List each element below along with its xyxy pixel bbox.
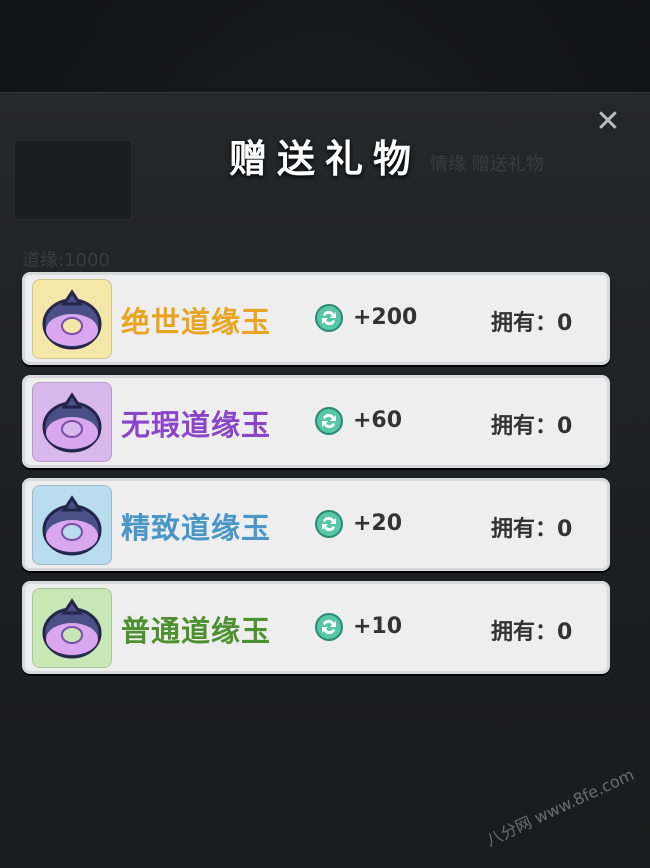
favor-value: +60 [353,408,403,433]
gift-name: 绝世道缘玉 [121,305,272,339]
background-daoyuan-text: 道缘:1000 [22,250,110,271]
gift-item-juesh[interactable]: 绝世道缘玉 +200 拥有：0 [22,272,610,365]
favor-icon [315,613,343,641]
jade-ring-icon [42,392,102,453]
gift-item-wuxia[interactable]: 无瑕道缘玉 +60 拥有：0 [22,375,610,468]
favor-value: +20 [353,511,403,536]
favor-icon [315,510,343,538]
dialog-title: 赠送礼物 [228,136,421,181]
gift-icon-frame [32,382,112,462]
gift-name: 无瑕道缘玉 [121,408,272,442]
jade-ring-icon [42,598,102,659]
favor-icon [315,407,343,435]
gift-icon-frame [32,279,112,359]
gift-icon-frame [32,485,112,565]
gift-name: 精致道缘玉 [121,511,272,545]
favor-value: +200 [353,305,418,330]
owned-count: 拥有：0 [491,620,573,645]
owned-count: 拥有：0 [491,414,573,439]
jade-ring-icon [42,289,102,350]
owned-count: 拥有：0 [491,517,573,542]
favor-value: +10 [353,614,403,639]
favor-icon [315,304,343,332]
owned-count: 拥有：0 [491,311,573,336]
gift-item-putong[interactable]: 普通道缘玉 +10 拥有：0 [22,581,610,674]
gift-icon-frame [32,588,112,668]
gift-name: 普通道缘玉 [121,614,272,648]
gift-list: 绝世道缘玉 +200 拥有：0 无瑕道缘玉 +60 拥有：0 精致道缘玉 +20… [22,272,610,684]
close-icon[interactable]: ✕ [590,104,626,140]
gift-item-jingzhi[interactable]: 精致道缘玉 +20 拥有：0 [22,478,610,571]
jade-ring-icon [42,495,102,556]
